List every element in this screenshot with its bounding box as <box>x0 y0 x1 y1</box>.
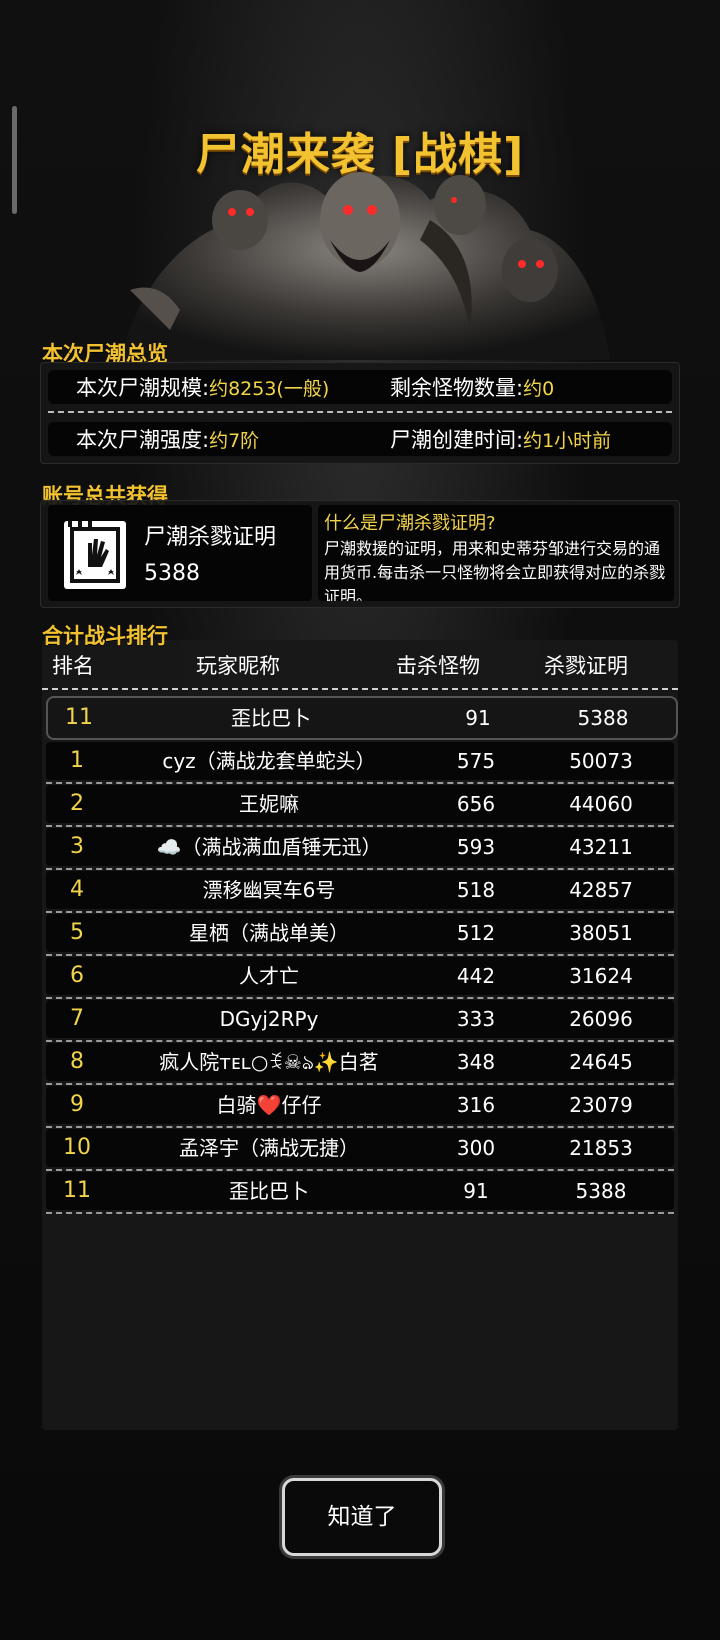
header-rank: 排名 <box>52 654 94 678</box>
row-kills: 518 <box>456 878 496 902</box>
row-kills: 300 <box>456 1136 496 1160</box>
created-stat: 尸潮创建时间:约1小时前 <box>390 424 611 454</box>
row-name: 白骑❤️仔仔 <box>216 1093 322 1117</box>
row-divider <box>46 997 674 999</box>
info-text: 尸潮救援的证明，用来和史蒂芬邹进行交易的通用货币.每击杀一只怪物将会立即获得对应… <box>324 539 666 601</box>
header-divider <box>42 688 678 690</box>
row-kills: 316 <box>456 1093 496 1117</box>
kill-certificate-icon <box>64 521 126 589</box>
table-row: 8 疯人院ᴛᴇʟ○ꉂ☠ঌ✨白茗 348 24645 <box>46 1043 674 1085</box>
row-kills: 91 <box>463 1179 489 1203</box>
table-row: 10 孟泽宇（满战无捷） 300 21853 <box>46 1129 674 1171</box>
row-certs: 38051 <box>569 921 633 945</box>
strength-value: 约7阶 <box>209 430 260 452</box>
row-certs: 5388 <box>575 1179 627 1203</box>
cert-count: 5388 <box>144 561 200 586</box>
table-row: 1 cyz（满战龙套单蛇头） 575 50073 <box>46 742 674 784</box>
row-rank: 6 <box>70 963 84 988</box>
header-name: 玩家昵称 <box>196 654 280 678</box>
row-rank: 9 <box>70 1092 84 1117</box>
row-divider <box>46 1083 674 1085</box>
cert-info-box: 什么是尸潮杀戮证明? 尸潮救援的证明，用来和史蒂芬邹进行交易的通用货币.每击杀一… <box>318 505 674 601</box>
self-rank-row: 11 歪比巴卜 91 5388 <box>46 696 678 740</box>
table-row: 2 王妮嘛 656 44060 <box>46 785 674 827</box>
self-kills: 91 <box>465 706 491 730</box>
row-kills: 593 <box>456 835 496 859</box>
self-name: 歪比巴卜 <box>231 706 311 730</box>
table-row: 11 歪比巴卜 91 5388 <box>46 1172 674 1214</box>
row-certs: 23079 <box>569 1093 633 1117</box>
row-name: 疯人院ᴛᴇʟ○ꉂ☠ঌ✨白茗 <box>159 1050 379 1074</box>
row-name: DGyj2RPy <box>219 1007 319 1031</box>
table-row: 5 星栖（满战单美） 512 38051 <box>46 914 674 956</box>
row-rank: 4 <box>70 877 84 902</box>
row-kills: 333 <box>456 1007 496 1031</box>
created-label: 尸潮创建时间: <box>390 428 524 452</box>
ok-button[interactable]: 知道了 <box>282 1478 442 1556</box>
row-divider <box>46 1126 674 1128</box>
row-rank: 11 <box>63 1178 91 1203</box>
row-kills: 512 <box>456 921 496 945</box>
row-kills: 656 <box>456 792 496 816</box>
row-divider <box>46 1040 674 1042</box>
row-kills: 348 <box>456 1050 496 1074</box>
remaining-label: 剩余怪物数量: <box>390 376 524 400</box>
row-name: 星栖（满战单美） <box>189 921 349 945</box>
row-certs: 21853 <box>569 1136 633 1160</box>
self-certs: 5388 <box>577 706 629 730</box>
row-divider <box>46 782 674 784</box>
info-title: 什么是尸潮杀戮证明? <box>324 513 496 534</box>
row-kills: 442 <box>456 964 496 988</box>
row-rank: 5 <box>70 920 84 945</box>
created-value: 约1小时前 <box>523 430 612 452</box>
row-certs: 44060 <box>569 792 633 816</box>
row-name: 人才亡 <box>239 964 299 988</box>
zombie-horde-image <box>120 172 610 360</box>
row-name: 孟泽宇（满战无捷） <box>179 1136 359 1160</box>
row-divider <box>46 825 674 827</box>
row-certs: 42857 <box>569 878 633 902</box>
cert-name: 尸潮杀戮证明 <box>144 525 277 550</box>
scale-value: 约8253(一般) <box>209 378 330 400</box>
scale-stat: 本次尸潮规模:约8253(一般) <box>76 372 329 402</box>
row-divider <box>46 1169 674 1171</box>
remaining-value: 约0 <box>523 378 555 400</box>
row-divider <box>46 1212 674 1214</box>
row-certs: 24645 <box>569 1050 633 1074</box>
self-rank: 11 <box>65 705 93 730</box>
row-name: ☁️（满战满血盾锤无迅） <box>156 835 382 859</box>
header-certs: 杀戮证明 <box>544 654 628 678</box>
table-row: 7 DGyj2RPy 333 26096 <box>46 1000 674 1042</box>
scale-label: 本次尸潮规模: <box>76 376 210 400</box>
row-certs: 26096 <box>569 1007 633 1031</box>
cert-card: 尸潮杀戮证明 5388 <box>48 505 312 601</box>
row-name: 王妮嘛 <box>239 792 299 816</box>
row-rank: 2 <box>70 791 84 816</box>
row-rank: 1 <box>70 748 84 773</box>
row-name: 漂移幽冥车6号 <box>202 878 336 902</box>
divider <box>48 411 672 413</box>
ranking-label: 合计战斗排行 <box>42 624 168 648</box>
strength-label: 本次尸潮强度: <box>76 428 210 452</box>
row-rank: 10 <box>63 1135 91 1160</box>
row-certs: 50073 <box>569 749 633 773</box>
row-certs: 31624 <box>569 964 633 988</box>
header-kills: 击杀怪物 <box>396 654 480 678</box>
row-rank: 3 <box>70 834 84 859</box>
row-divider <box>46 954 674 956</box>
row-certs: 43211 <box>569 835 633 859</box>
row-divider <box>46 868 674 870</box>
row-name: cyz（满战龙套单蛇头） <box>162 749 376 773</box>
table-row: 3 ☁️（满战满血盾锤无迅） 593 43211 <box>46 828 674 870</box>
strength-stat: 本次尸潮强度:约7阶 <box>76 424 259 454</box>
row-kills: 575 <box>456 749 496 773</box>
table-row: 9 白骑❤️仔仔 316 23079 <box>46 1086 674 1128</box>
remaining-stat: 剩余怪物数量:约0 <box>390 372 554 402</box>
row-rank: 7 <box>70 1006 84 1031</box>
row-name: 歪比巴卜 <box>229 1179 309 1203</box>
table-row: 6 人才亡 442 31624 <box>46 957 674 999</box>
table-row: 4 漂移幽冥车6号 518 42857 <box>46 871 674 913</box>
row-rank: 8 <box>70 1049 84 1074</box>
row-divider <box>46 911 674 913</box>
